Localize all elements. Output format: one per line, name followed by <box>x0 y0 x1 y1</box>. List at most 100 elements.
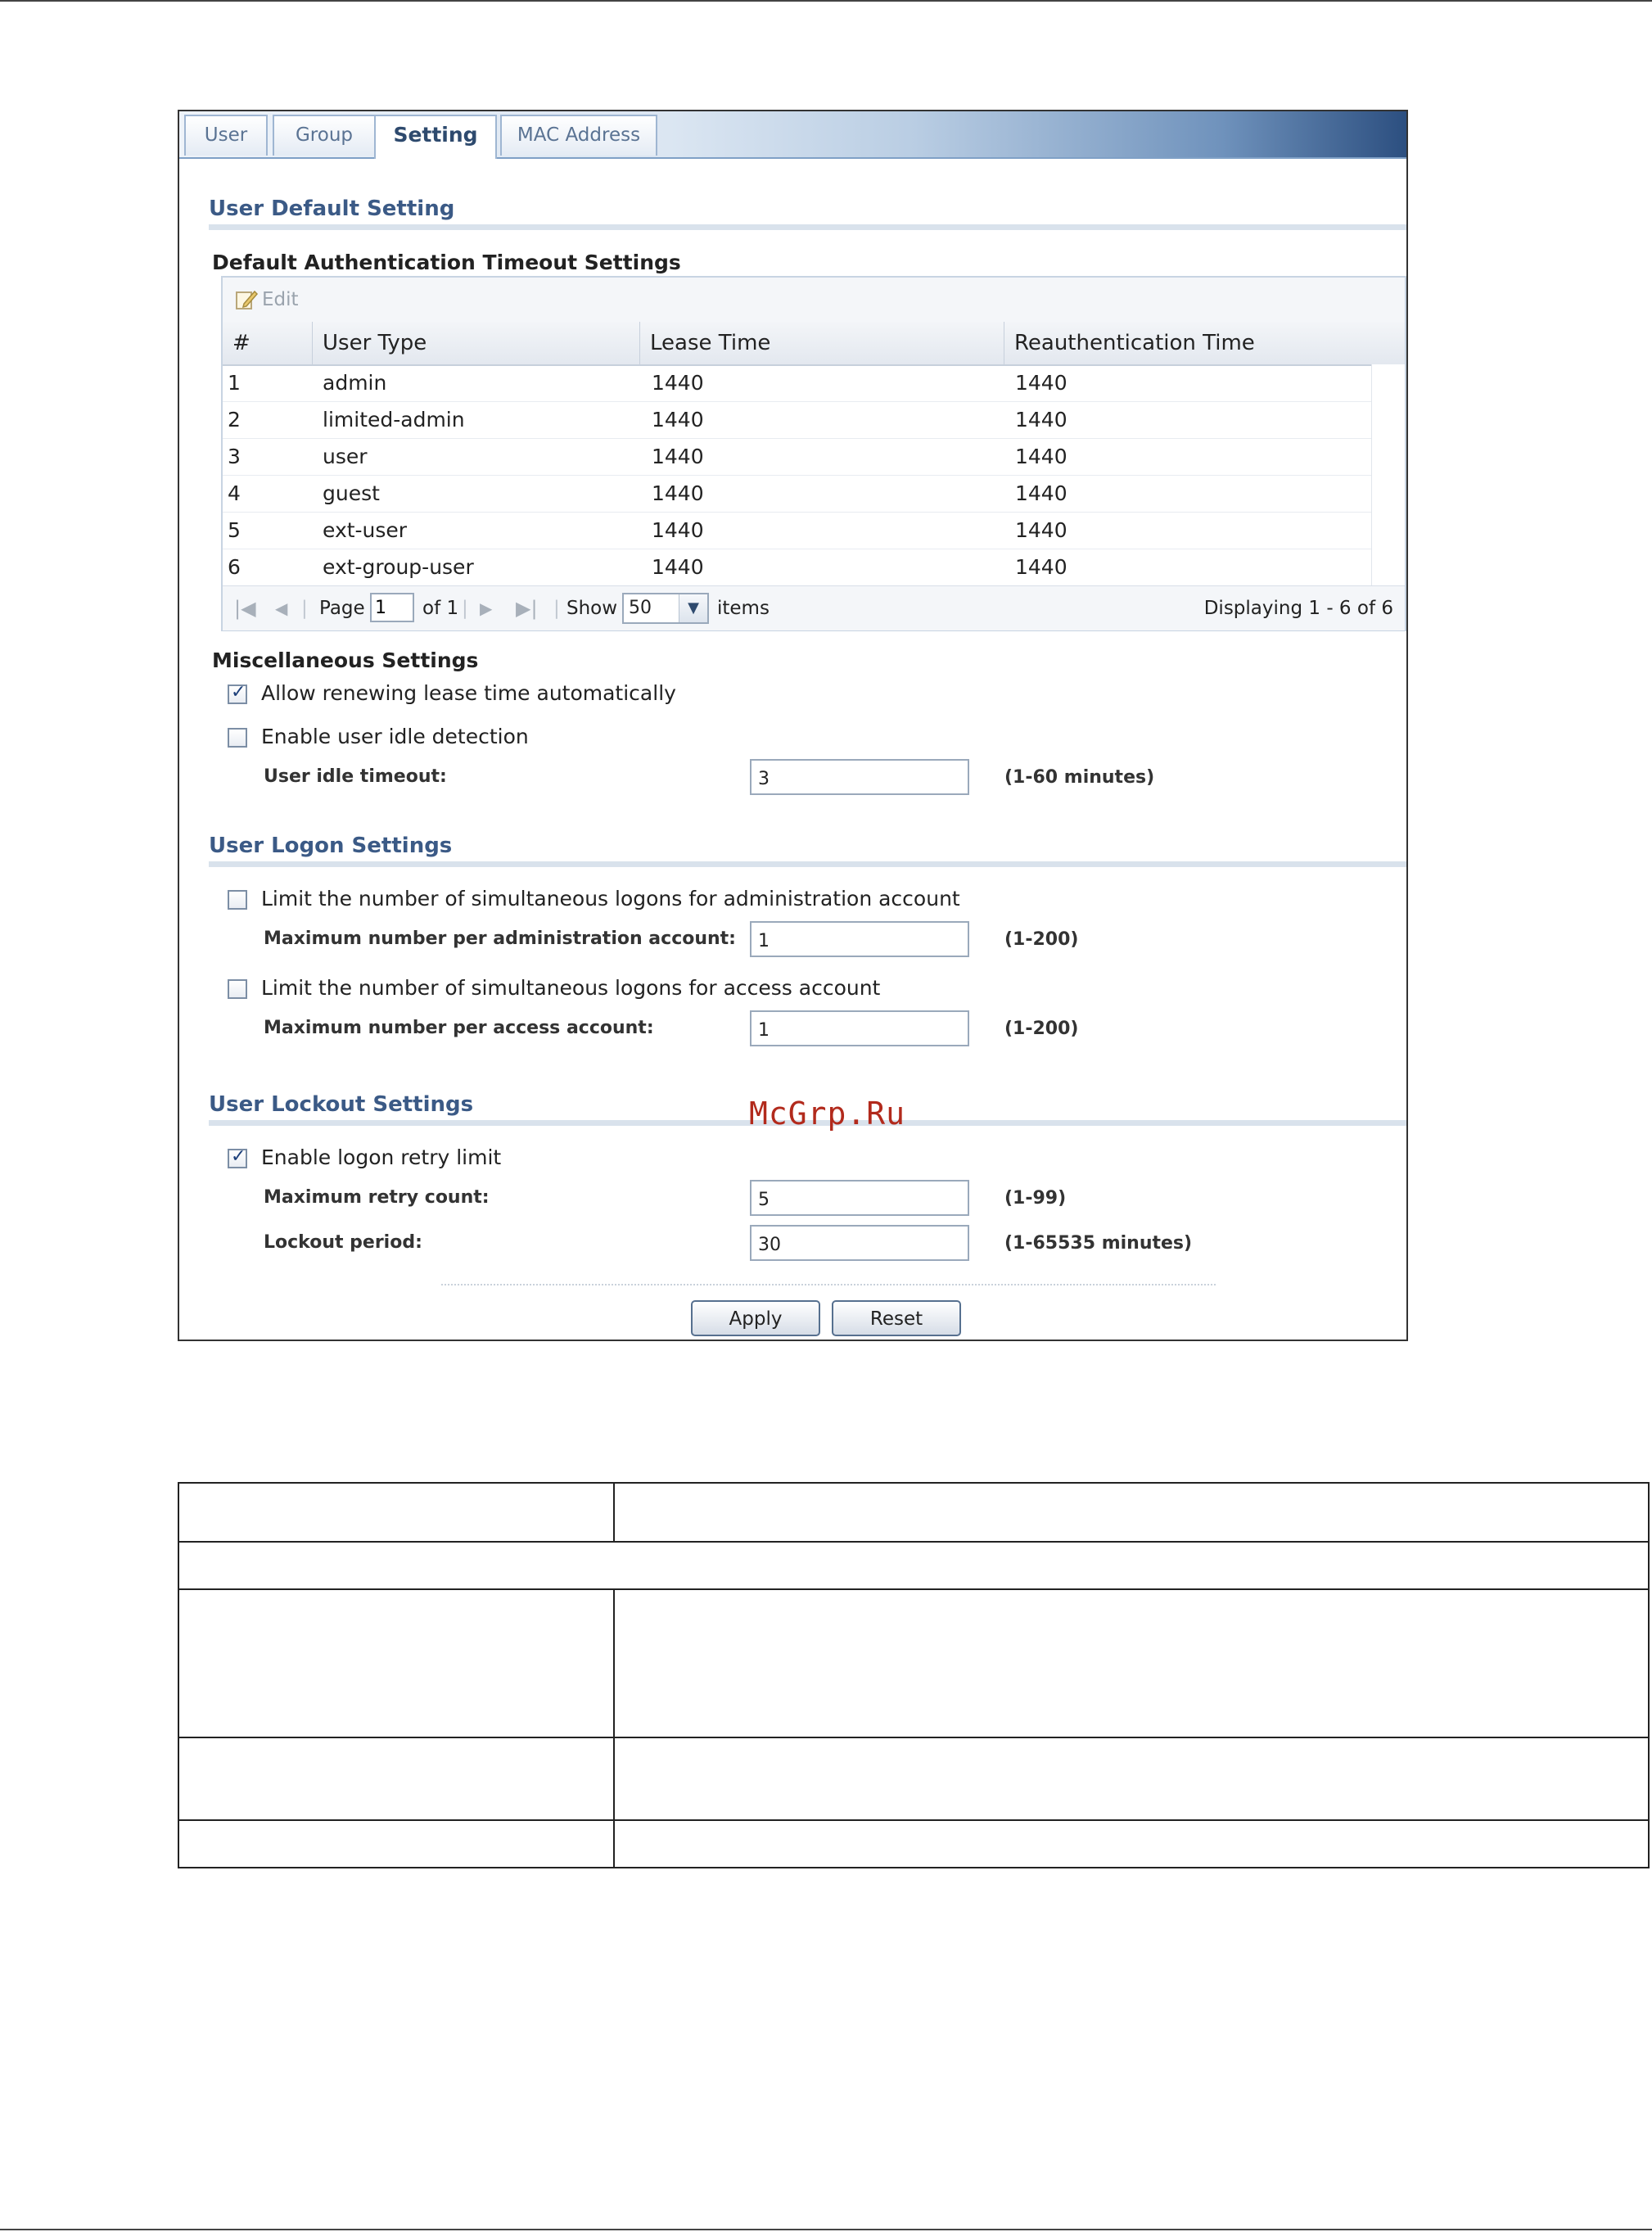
lockout-period-label: Lockout period: <box>264 1232 422 1253</box>
table-row[interactable]: 4 guest 1440 1440 <box>223 475 1374 513</box>
admin-logon-limit-label: Limit the number of simultaneous logons … <box>261 887 960 910</box>
idle-timeout-label: User idle timeout: <box>264 766 447 787</box>
show-label: Show <box>566 598 618 619</box>
chevron-down-icon: ▼ <box>679 594 707 622</box>
cell-lease-time: 1440 <box>652 555 704 579</box>
cell-lease-time: 1440 <box>652 408 704 431</box>
column-header-number[interactable]: # <box>223 322 313 364</box>
pager-separator: | <box>462 598 468 619</box>
tab-mac-address[interactable]: MAC Address <box>500 115 657 156</box>
button-divider <box>441 1284 1216 1285</box>
table-row[interactable]: 2 limited-admin 1440 1440 <box>223 401 1374 439</box>
max-retry-label: Maximum retry count: <box>264 1187 490 1208</box>
page-count-label: of 1 <box>422 598 459 619</box>
cell-reauth-time: 1440 <box>1015 555 1067 579</box>
table-rule <box>179 1588 1648 1590</box>
edit-icon <box>234 287 259 315</box>
table-row[interactable]: 3 user 1440 1440 <box>223 438 1374 476</box>
page-label: Page <box>319 598 365 619</box>
timeout-settings-title: Default Authentication Timeout Settings <box>212 251 681 274</box>
cell-reauth-time: 1440 <box>1015 408 1067 431</box>
previous-page-icon[interactable]: ◀ <box>275 586 287 630</box>
tab-user[interactable]: User <box>184 115 268 156</box>
column-header-reauthentication-time[interactable]: Reauthentication Time <box>1004 322 1406 364</box>
idle-detection-label: Enable user idle detection <box>261 725 529 748</box>
edit-label: Edit <box>262 289 299 310</box>
access-max-field[interactable]: 1 <box>750 1010 969 1046</box>
renew-lease-checkbox[interactable] <box>228 682 247 704</box>
logon-retry-limit-checkbox[interactable] <box>228 1146 247 1168</box>
access-logon-limit-label: Limit the number of simultaneous logons … <box>261 976 881 1000</box>
tab-group[interactable]: Group <box>273 115 376 156</box>
table-row[interactable]: 6 ext-group-user 1440 1440 <box>223 549 1374 586</box>
section-divider <box>209 224 1406 230</box>
section-divider <box>209 861 1406 867</box>
table-row[interactable]: 5 ext-user 1440 1440 <box>223 512 1374 549</box>
timeout-grid: Edit # User Type Lease Time Reauthentica… <box>221 276 1406 631</box>
table-row[interactable]: 1 admin 1440 1440 <box>223 364 1374 402</box>
access-logon-limit-checkbox[interactable] <box>228 979 247 999</box>
grid-scrollbar[interactable] <box>1371 364 1405 585</box>
table-rule <box>179 1737 1648 1738</box>
misc-settings-title: Miscellaneous Settings <box>212 648 479 672</box>
reset-button[interactable]: Reset <box>832 1300 961 1336</box>
items-label: items <box>717 598 770 619</box>
admin-max-field[interactable]: 1 <box>750 921 969 957</box>
max-retry-field[interactable]: 5 <box>750 1180 969 1216</box>
lockout-period-hint: (1-65535 minutes) <box>1004 1233 1193 1254</box>
admin-max-label: Maximum number per administration accoun… <box>264 928 736 949</box>
column-header-user-type[interactable]: User Type <box>313 322 640 364</box>
apply-button[interactable]: Apply <box>691 1300 820 1336</box>
pager-separator: | <box>553 598 560 619</box>
table-rule <box>179 1541 1648 1543</box>
grid-pager: |◀ ◀ | Page of 1 | ▶ ▶| | Show 50 ▼ item… <box>223 585 1405 630</box>
column-header-lease-time[interactable]: Lease Time <box>640 322 1004 364</box>
cell-lease-time: 1440 <box>652 481 704 505</box>
access-max-hint: (1-200) <box>1004 1019 1079 1039</box>
cell-user-type: limited-admin <box>323 408 465 431</box>
tab-bar: User Group Setting MAC Address <box>179 111 1406 159</box>
cell-reauth-time: 1440 <box>1015 371 1067 395</box>
page-top-rule <box>0 0 1652 2</box>
pager-separator: | <box>301 598 308 619</box>
idle-detection-checkbox[interactable] <box>228 728 247 748</box>
grid-toolbar: Edit <box>223 278 1405 323</box>
cell-reauth-time: 1440 <box>1015 445 1067 468</box>
first-page-icon[interactable]: |◀ <box>234 586 256 630</box>
page-bottom-rule <box>0 2229 1652 2230</box>
cell-user-type: ext-user <box>323 518 408 542</box>
cell-number: 3 <box>228 445 241 468</box>
cell-lease-time: 1440 <box>652 518 704 542</box>
cell-number: 6 <box>228 555 241 579</box>
page-size-select[interactable]: 50 ▼ <box>622 593 709 624</box>
cell-number: 4 <box>228 481 241 505</box>
user-default-setting-title: User Default Setting <box>209 197 455 221</box>
cell-lease-time: 1440 <box>652 371 704 395</box>
lockout-period-field[interactable]: 30 <box>750 1225 969 1261</box>
idle-timeout-field[interactable]: 3 <box>750 759 969 795</box>
last-page-icon[interactable]: ▶| <box>516 586 538 630</box>
cell-number: 2 <box>228 408 241 431</box>
cell-user-type: ext-group-user <box>323 555 474 579</box>
setting-screen: User Group Setting MAC Address User Defa… <box>178 110 1408 1341</box>
cell-number: 5 <box>228 518 241 542</box>
user-lockout-settings-title: User Lockout Settings <box>209 1092 474 1117</box>
cell-reauth-time: 1440 <box>1015 481 1067 505</box>
page-number-input[interactable] <box>370 593 414 622</box>
next-page-icon[interactable]: ▶ <box>480 586 492 630</box>
admin-logon-limit-checkbox[interactable] <box>228 890 247 910</box>
table-column-rule <box>613 1588 615 1867</box>
cell-user-type: user <box>323 445 368 468</box>
watermark: McGrp.Ru <box>749 1096 906 1132</box>
description-table <box>178 1482 1650 1868</box>
table-column-rule <box>613 1484 615 1541</box>
max-retry-hint: (1-99) <box>1004 1188 1067 1209</box>
grid-header: # User Type Lease Time Reauthentication … <box>223 322 1405 366</box>
logon-retry-limit-label: Enable logon retry limit <box>261 1145 502 1169</box>
cell-user-type: guest <box>323 481 380 505</box>
tab-setting[interactable]: Setting <box>374 115 497 159</box>
cell-user-type: admin <box>323 371 387 395</box>
cell-reauth-time: 1440 <box>1015 518 1067 542</box>
cell-lease-time: 1440 <box>652 445 704 468</box>
renew-lease-label: Allow renewing lease time automatically <box>261 681 676 705</box>
